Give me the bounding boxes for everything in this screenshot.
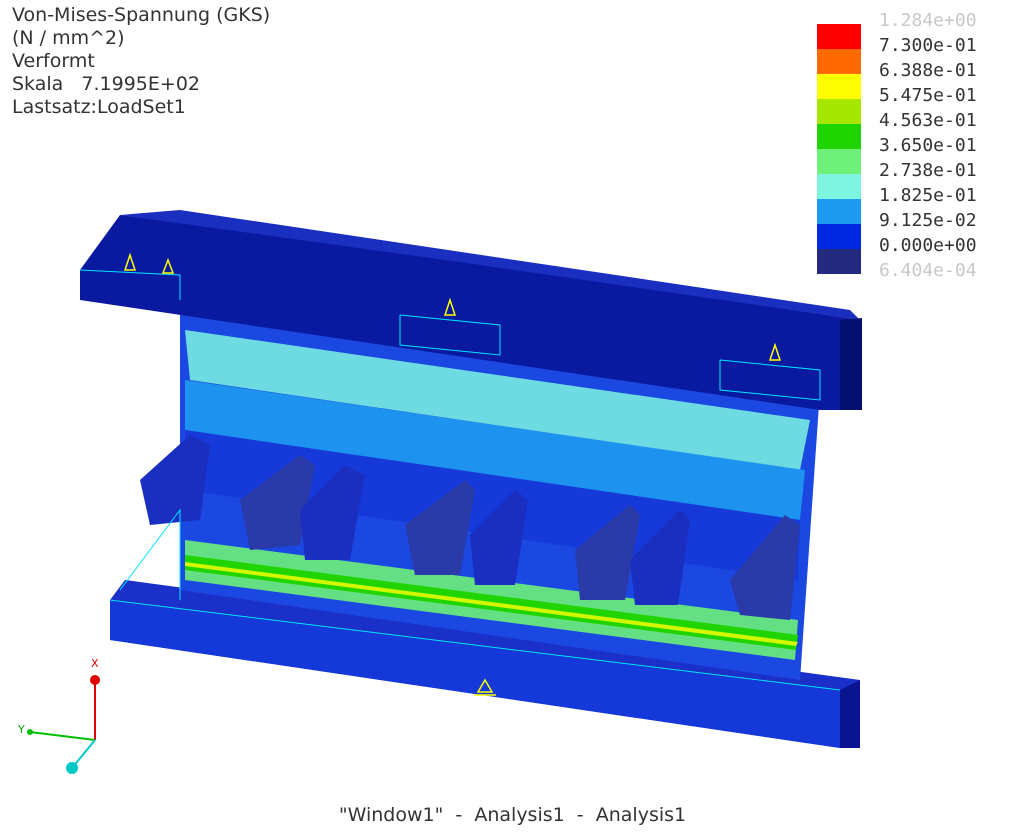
- window-caption: "Window1" - Analysis1 - Analysis1: [338, 804, 687, 826]
- coordinate-triad: X Y: [17, 657, 100, 774]
- fem-model-viewport[interactable]: X Y: [0, 0, 1025, 837]
- x-axis-label: X: [91, 657, 99, 670]
- y-axis-label: Y: [17, 723, 25, 736]
